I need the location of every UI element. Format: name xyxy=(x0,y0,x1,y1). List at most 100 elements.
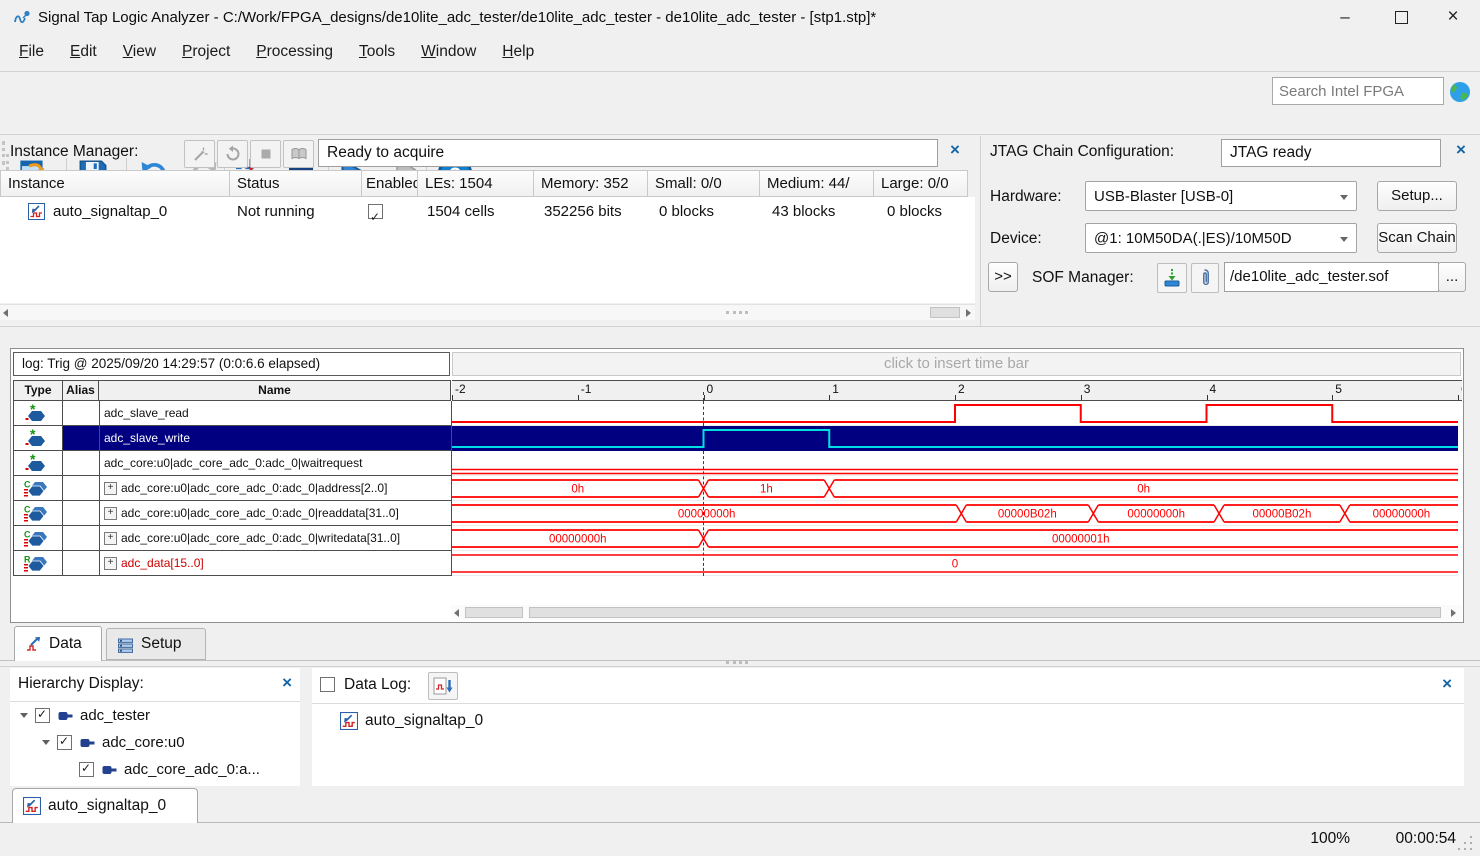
col-small[interactable]: Small: 0/0 xyxy=(647,170,760,197)
module-chip-icon xyxy=(80,737,95,749)
instance-table-header: Instance Status Enabled LEs: 1504 Memory… xyxy=(0,170,968,197)
svg-text:0h: 0h xyxy=(571,484,584,496)
menu-processing[interactable]: Processing xyxy=(243,36,346,68)
device-select[interactable]: @1: 10M50DA(.|ES)/10M50D xyxy=(1085,223,1357,253)
scan-chain-button[interactable]: Scan Chain xyxy=(1377,223,1457,253)
expand-bus-icon[interactable]: + xyxy=(104,557,117,570)
signal-name-cell[interactable]: adc_slave_read xyxy=(100,401,452,426)
expand-bus-icon[interactable]: + xyxy=(104,482,117,495)
menu-help[interactable]: Help xyxy=(489,36,547,68)
resize-grip[interactable] xyxy=(1456,834,1474,852)
time-bar-hint[interactable]: click to insert time bar xyxy=(452,352,1461,376)
panel-drag-handle[interactable] xyxy=(2,141,5,165)
hierarchy-item-adc-core-u0[interactable]: adc_core:u0 xyxy=(10,729,300,756)
browse-sof-button[interactable]: ... xyxy=(1438,262,1466,292)
timeline-ruler[interactable]: -2-10123456 xyxy=(452,380,1462,401)
signal-row[interactable]: *adc_slave_write xyxy=(14,426,452,451)
expand-bus-icon[interactable]: + xyxy=(104,532,117,545)
read-data-icon[interactable] xyxy=(283,140,314,168)
col-status[interactable]: Status xyxy=(229,170,362,197)
waveform-row[interactable] xyxy=(452,451,1458,476)
data-log-save-icon[interactable] xyxy=(428,672,458,700)
waveform-display[interactable]: 0h1h0h00000000h00000B02h00000000h00000B0… xyxy=(452,401,1458,576)
waveform-row[interactable]: 00000000h00000001h xyxy=(452,526,1458,551)
bottom-tab-auto-signaltap-0[interactable]: auto_signaltap_0 xyxy=(12,788,198,823)
sof-file-path[interactable]: /de10lite_adc_tester.sof xyxy=(1224,262,1439,292)
maximize-button[interactable] xyxy=(1378,0,1424,36)
hierarchy-close-icon[interactable]: × xyxy=(282,673,292,693)
instance-manager-close-icon[interactable]: × xyxy=(950,140,960,160)
tab-data[interactable]: Data xyxy=(14,626,102,661)
waveform-row[interactable] xyxy=(452,426,1458,451)
menu-window[interactable]: Window xyxy=(408,36,489,68)
signal-alias-cell[interactable] xyxy=(63,426,100,451)
data-log-item[interactable]: auto_signaltap_0 xyxy=(340,712,483,730)
signal-alias-cell[interactable] xyxy=(63,451,100,476)
signal-alias-cell[interactable] xyxy=(63,551,100,576)
panel-splitter[interactable] xyxy=(980,136,981,326)
waveform-hscrollbar[interactable] xyxy=(451,605,1462,620)
tree-caret-icon[interactable] xyxy=(20,713,28,718)
run-analysis-small-icon[interactable] xyxy=(184,140,215,168)
waveform-row[interactable] xyxy=(452,401,1458,426)
jtag-config-label: JTAG Chain Configuration: xyxy=(990,143,1174,161)
signal-name-cell[interactable]: adc_core:u0|adc_core_adc_0:adc_0|waitreq… xyxy=(100,451,452,476)
menu-tools[interactable]: Tools xyxy=(346,36,408,68)
instance-row[interactable]: auto_signaltap_0 Not running 1504 cells … xyxy=(0,197,975,226)
signal-alias-cell[interactable] xyxy=(63,401,100,426)
attach-sof-icon[interactable] xyxy=(1191,263,1219,293)
signal-row[interactable]: *adc_slave_read xyxy=(14,401,452,426)
col-large[interactable]: Large: 0/0 xyxy=(873,170,968,197)
signal-alias-cell[interactable] xyxy=(63,526,100,551)
signal-name-cell[interactable]: +adc_data[15..0] xyxy=(100,551,452,576)
signal-row[interactable]: C+adc_core:u0|adc_core_adc_0:adc_0|addre… xyxy=(14,476,452,501)
tree-caret-icon[interactable] xyxy=(42,740,50,745)
waveform-row[interactable]: 0 xyxy=(452,551,1458,576)
acquisition-status: Ready to acquire xyxy=(318,139,938,167)
stop-analysis-icon[interactable] xyxy=(250,140,281,168)
signaltap-instance-icon xyxy=(23,797,41,815)
hierarchy-checkbox[interactable] xyxy=(79,762,94,777)
menu-view[interactable]: View xyxy=(110,36,169,68)
hierarchy-item-adc-tester[interactable]: adc_tester xyxy=(10,702,300,729)
signal-name-cell[interactable]: +adc_core:u0|adc_core_adc_0:adc_0|readda… xyxy=(100,501,452,526)
minimize-button[interactable]: – xyxy=(1322,0,1368,36)
tab-setup[interactable]: Setup xyxy=(106,628,206,660)
hierarchy-item-adc-core-adc-0-a-[interactable]: adc_core_adc_0:a... xyxy=(10,756,300,783)
col-les[interactable]: LEs: 1504 xyxy=(417,170,534,197)
hierarchy-display-label: Hierarchy Display: xyxy=(18,675,144,693)
col-instance[interactable]: Instance xyxy=(0,170,230,197)
signal-name-cell[interactable]: +adc_core:u0|adc_core_adc_0:adc_0|writed… xyxy=(100,526,452,551)
signal-alias-cell[interactable] xyxy=(63,501,100,526)
enabled-checkbox[interactable] xyxy=(368,204,383,219)
autorun-analysis-small-icon[interactable] xyxy=(217,140,248,168)
setup-button[interactable]: Setup... xyxy=(1377,181,1457,211)
menu-project[interactable]: Project xyxy=(169,36,243,68)
col-memory[interactable]: Memory: 352 xyxy=(533,170,648,197)
signal-alias-cell[interactable] xyxy=(63,476,100,501)
hierarchy-checkbox[interactable] xyxy=(35,708,50,723)
menu-edit[interactable]: Edit xyxy=(57,36,110,68)
signal-row[interactable]: C+adc_core:u0|adc_core_adc_0:adc_0|write… xyxy=(14,526,452,551)
waveform-row[interactable]: 00000000h00000B02h00000000h00000B02h0000… xyxy=(452,501,1458,526)
signal-row[interactable]: *adc_core:u0|adc_core_adc_0:adc_0|waitre… xyxy=(14,451,452,476)
signal-name-cell[interactable]: adc_slave_write xyxy=(100,426,452,451)
tick-mark xyxy=(578,395,579,400)
hierarchy-checkbox[interactable] xyxy=(57,735,72,750)
program-device-icon[interactable] xyxy=(1157,263,1187,293)
hardware-select[interactable]: USB-Blaster [USB-0] xyxy=(1085,181,1357,211)
expand-bus-icon[interactable]: + xyxy=(104,507,117,520)
data-log-checkbox[interactable] xyxy=(320,677,335,692)
signal-name-cell[interactable]: +adc_core:u0|adc_core_adc_0:adc_0|addres… xyxy=(100,476,452,501)
signal-row[interactable]: C+adc_core:u0|adc_core_adc_0:adc_0|readd… xyxy=(14,501,452,526)
col-enabled[interactable]: Enabled xyxy=(361,170,418,197)
col-medium[interactable]: Medium: 44/ xyxy=(759,170,874,197)
expand-sof-button[interactable]: >> xyxy=(988,262,1018,292)
close-button[interactable]: × xyxy=(1430,0,1476,36)
instance-manager-hscrollbar[interactable] xyxy=(0,304,975,320)
signal-row[interactable]: R+adc_data[15..0] xyxy=(14,551,452,576)
data-log-close-icon[interactable]: × xyxy=(1442,674,1452,694)
jtag-close-icon[interactable]: × xyxy=(1456,140,1466,160)
waveform-row[interactable]: 0h1h0h xyxy=(452,476,1458,501)
menu-file[interactable]: File xyxy=(6,36,57,68)
